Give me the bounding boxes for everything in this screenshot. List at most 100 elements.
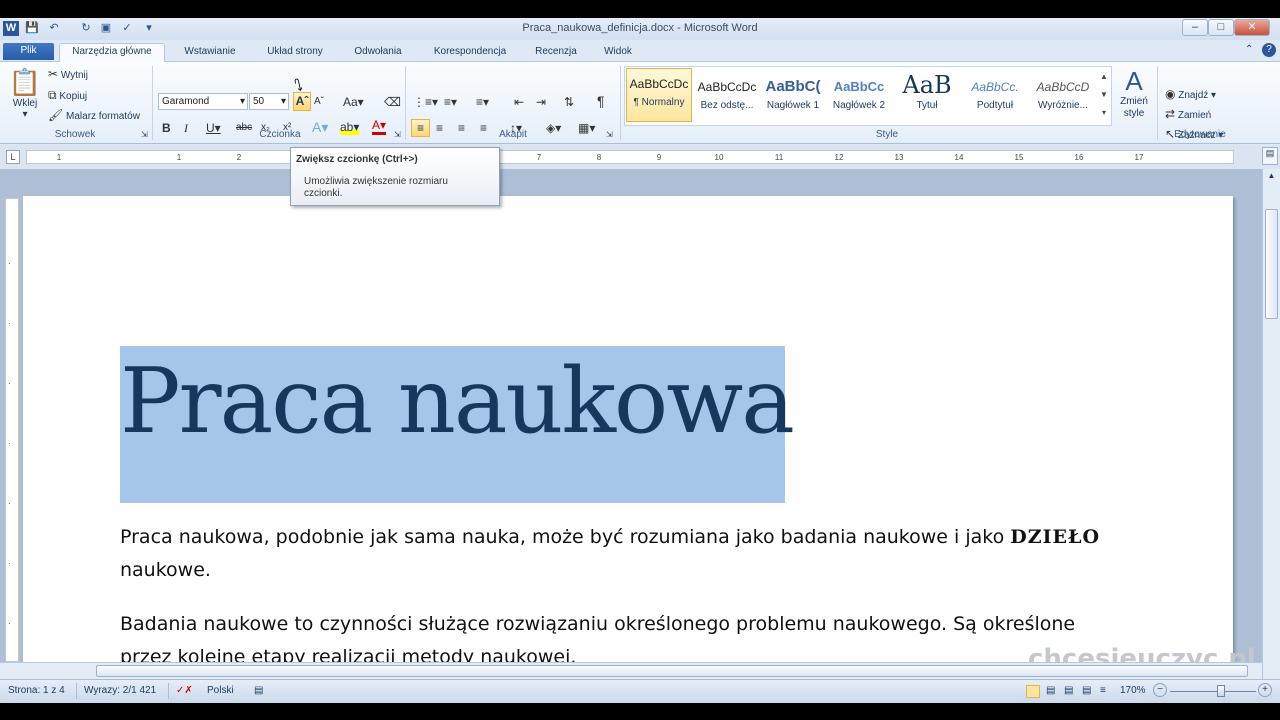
tab-file[interactable]: Plik	[3, 43, 54, 60]
ruler-tick: 16	[1074, 153, 1084, 162]
numbering-icon[interactable]: ≡▾	[444, 94, 457, 110]
style-emphasis[interactable]: AaBbCcD Wyróżnie...	[1030, 72, 1096, 122]
increase-indent-icon[interactable]: ⇥	[536, 94, 546, 110]
zoom-out-icon[interactable]: −	[1153, 683, 1167, 697]
font-size-value: 50	[253, 96, 265, 107]
vertical-ruler[interactable]: ········	[5, 198, 19, 688]
document-title[interactable]: Praca naukowa	[120, 349, 795, 454]
sort-icon[interactable]: ⇅	[564, 94, 574, 110]
chevron-up-icon[interactable]: ▲	[1098, 68, 1110, 86]
grow-font-icon: Aˆ	[295, 94, 309, 108]
font-launcher-icon[interactable]: ⇲	[394, 130, 401, 139]
more-icon[interactable]: ▾	[1098, 104, 1110, 122]
help-icon[interactable]: ?	[1262, 43, 1276, 57]
ribbon: 📋 Wklej ▾ ✂ Wytnij ⧉ Kopiuj 🖌 Malarz for…	[0, 62, 1280, 144]
tab-view[interactable]: Widok	[592, 44, 644, 62]
show-formatting-icon[interactable]: ¶	[597, 93, 605, 109]
tab-home[interactable]: Narzędzia główne	[59, 43, 165, 63]
ruler-tick: 7	[536, 153, 542, 162]
draft-icon[interactable]: ≡	[1100, 685, 1106, 696]
chevron-down-icon[interactable]: ▼	[1098, 86, 1110, 104]
separator	[1157, 66, 1158, 140]
word-count[interactable]: Wyrazy: 2/1 421	[84, 685, 156, 696]
ruler-tick: 15	[1014, 153, 1024, 162]
print-layout-icon[interactable]	[1026, 685, 1040, 698]
page-count[interactable]: Strona: 1 z 4	[8, 685, 65, 696]
title-bar: W 💾 ↶ ↻ ▣ ✓ ▾ Praca_naukowa_definicja.do…	[0, 18, 1280, 40]
style-no-spacing[interactable]: AaBbCcDc Bez odstę...	[694, 72, 760, 122]
change-case-icon[interactable]: Aa▾	[343, 94, 364, 110]
zoom-in-icon[interactable]: +	[1258, 683, 1272, 697]
clipboard-launcher-icon[interactable]: ⇲	[141, 130, 148, 139]
style-normal[interactable]: AaBbCcDc ¶ Normalny	[626, 68, 692, 122]
style-heading-1[interactable]: AaBbC( Nagłówek 1	[760, 72, 826, 122]
cut-label: Wytnij	[60, 70, 88, 81]
editing-group-label: Edytowanie	[1174, 129, 1226, 140]
zoom-level[interactable]: 170%	[1120, 685, 1146, 696]
maximize-button[interactable]: □	[1208, 19, 1234, 36]
tab-insert[interactable]: Wstawianie	[172, 44, 248, 62]
web-layout-icon[interactable]: ▤	[1064, 685, 1073, 696]
decrease-indent-icon[interactable]: ⇤	[514, 94, 524, 110]
change-styles-button[interactable]: A Zmień style	[1116, 66, 1152, 120]
ruler-tick: 12	[834, 153, 844, 162]
cut-button[interactable]: ✂ Wytnij	[48, 66, 88, 82]
font-name-combo[interactable]: Garamond ▾	[158, 93, 248, 110]
paragraph-group-label: Akapit	[499, 129, 527, 140]
style-name: Wyróżnie...	[1038, 100, 1088, 111]
multilevel-list-icon[interactable]: ≡▾	[476, 94, 489, 110]
paste-button[interactable]: 📋 Wklej ▾	[8, 66, 42, 124]
proofing-icon[interactable]: ✓✗	[176, 685, 193, 696]
copy-button[interactable]: ⧉ Kopiuj	[48, 87, 87, 103]
document-area: ········ Praca naukowa Praca naukowa, po…	[0, 169, 1262, 688]
shrink-font-icon[interactable]: Aˇ	[314, 94, 324, 110]
horizontal-scroll-thumb[interactable]	[96, 665, 1248, 677]
paste-dropdown-icon[interactable]: ▾	[8, 109, 42, 120]
style-heading-2[interactable]: AaBbCc Nagłówek 2	[826, 72, 892, 122]
document-page[interactable]: Praca naukowa Praca naukowa, podobnie ja…	[23, 196, 1233, 668]
find-button[interactable]: ◉ Znajdź ▾	[1165, 86, 1216, 102]
macro-icon[interactable]: ▤	[254, 685, 263, 696]
vertical-scrollbar[interactable]: ▲	[1262, 169, 1280, 679]
ruler-tick: 13	[894, 153, 904, 162]
paragraph-1[interactable]: Praca naukowa, podobnie jak sama nauka, …	[120, 521, 1110, 587]
tab-selector-icon[interactable]: L	[6, 150, 20, 164]
outline-icon[interactable]: ▤	[1082, 685, 1091, 696]
style-name: Tytuł	[916, 100, 938, 111]
tab-page-layout[interactable]: Układ strony	[256, 44, 334, 62]
language[interactable]: Polski	[207, 685, 234, 696]
view-ruler-icon[interactable]: ▤	[1262, 147, 1278, 165]
minimize-ribbon-icon[interactable]: ⌃	[1245, 44, 1253, 55]
paragraph-1-highlighted-word: DZIEŁO	[1010, 526, 1101, 548]
zoom-slider[interactable]	[1170, 691, 1256, 692]
separator	[620, 66, 621, 140]
minimize-button[interactable]: –	[1182, 19, 1208, 36]
ruler-tick: 17	[1134, 153, 1144, 162]
clear-formatting-icon[interactable]: ⌫	[384, 94, 401, 110]
style-name: Podtytuł	[976, 100, 1014, 111]
styles-scroll[interactable]: ▲ ▼ ▾	[1098, 68, 1110, 124]
vertical-scroll-thumb[interactable]	[1265, 209, 1278, 319]
paragraph-launcher-icon[interactable]: ⇲	[606, 130, 613, 139]
scroll-up-icon[interactable]: ▲	[1264, 171, 1279, 185]
styles-group-label: Style	[875, 129, 899, 140]
style-preview: AaB	[902, 72, 952, 99]
zoom-slider-thumb[interactable]	[1217, 685, 1225, 697]
format-painter-button[interactable]: 🖌 Malarz formatów	[48, 107, 140, 123]
horizontal-scrollbar[interactable]	[0, 662, 1262, 679]
tab-references[interactable]: Odwołania	[342, 44, 414, 62]
tab-review[interactable]: Recenzja	[526, 44, 586, 62]
tab-mailings[interactable]: Korespondencja	[421, 44, 519, 62]
replace-button[interactable]: ⇄ Zamień	[1165, 106, 1211, 122]
style-name: Bez odstę...	[700, 100, 754, 111]
bullets-icon[interactable]: ⋮≡▾	[413, 94, 438, 110]
chevron-down-icon: ▾	[239, 96, 245, 107]
font-size-combo[interactable]: 50 ▾	[249, 93, 289, 110]
vertical-ruler-tick: ·	[8, 559, 11, 568]
mouse-cursor-icon: ⭛	[294, 78, 303, 95]
close-button[interactable]: ✕	[1234, 19, 1270, 36]
full-screen-icon[interactable]: ▤	[1046, 685, 1055, 696]
horizontal-ruler[interactable]: 11234567891011121314151617	[26, 150, 1234, 164]
style-subtitle[interactable]: AaBbCc. Podtytuł	[962, 72, 1028, 122]
style-title[interactable]: AaB Tytuł	[894, 72, 960, 122]
